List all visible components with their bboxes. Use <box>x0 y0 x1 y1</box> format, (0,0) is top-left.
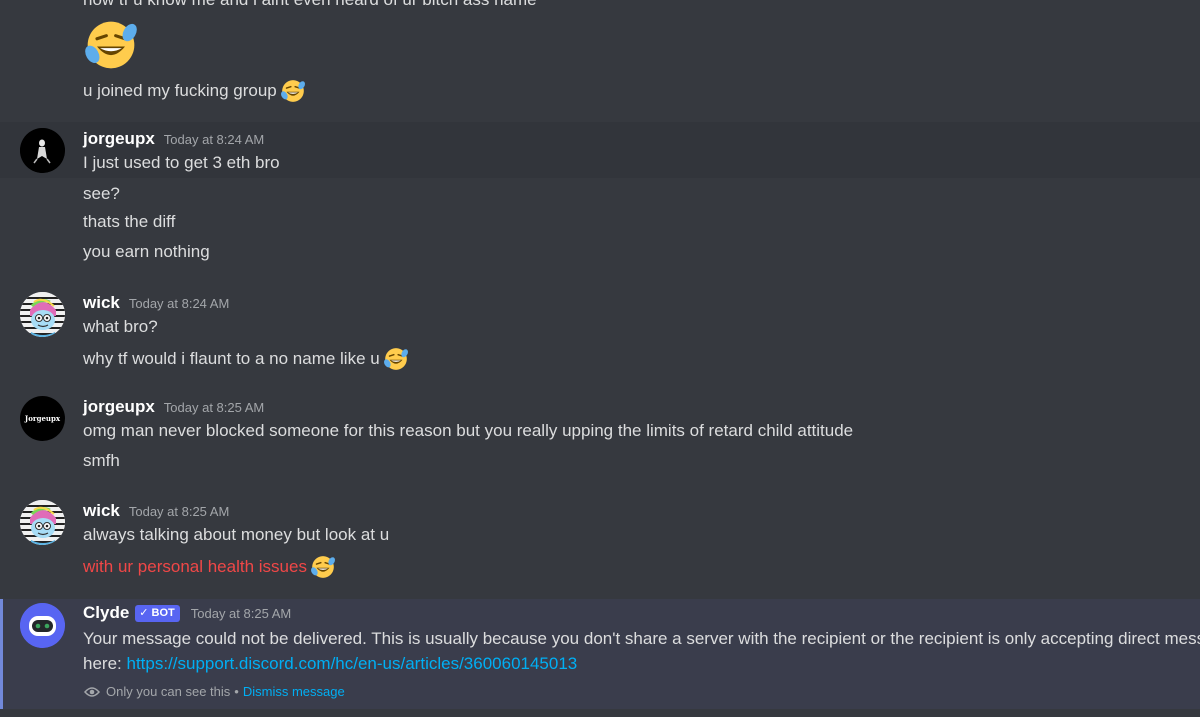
message-line: here: https://support.discord.com/hc/en-… <box>83 653 577 675</box>
avatar[interactable] <box>20 292 65 337</box>
message-text: why tf would i flaunt to a no name like … <box>83 349 380 368</box>
message-header: jorgeupx Today at 8:25 AM <box>83 396 264 418</box>
timestamp[interactable]: Today at 8:25 AM <box>191 606 291 621</box>
message-header: jorgeupx Today at 8:24 AM <box>83 128 264 150</box>
username[interactable]: wick <box>83 500 120 522</box>
bottom-edge <box>0 709 1200 717</box>
avatar-text: Jorgeupx <box>24 414 61 423</box>
avatar-figure-icon <box>20 128 65 173</box>
message-text: always talking about money but look at u <box>83 525 390 544</box>
dismiss-message-link[interactable]: Dismiss message <box>243 684 345 699</box>
verified-check-icon: ✓ <box>139 607 149 619</box>
message-line: with ur personal health issues <box>83 554 336 580</box>
username[interactable]: jorgeupx <box>83 396 155 418</box>
message-text: smfh <box>83 451 120 470</box>
message-header: wick Today at 8:24 AM <box>83 292 229 314</box>
bot-badge: ✓ BOT <box>135 605 180 622</box>
bot-badge-label: BOT <box>151 607 175 619</box>
timestamp[interactable]: Today at 8:24 AM <box>164 132 264 147</box>
username[interactable]: jorgeupx <box>83 128 155 150</box>
ephemeral-notice: Only you can see this • Dismiss message <box>84 684 345 699</box>
message-text: what bro? <box>83 317 158 336</box>
rofl-emoji-icon[interactable] <box>383 346 409 372</box>
message-line: why tf would i flaunt to a no name like … <box>83 346 409 372</box>
separator: • <box>234 684 239 699</box>
message-header: wick Today at 8:25 AM <box>83 500 229 522</box>
avatar[interactable] <box>20 603 65 648</box>
ephemeral-note: Only you can see this <box>106 684 231 699</box>
rofl-emoji-large-icon[interactable] <box>83 17 139 73</box>
message-text: u joined my fucking group <box>83 81 277 100</box>
message-line: u joined my fucking group <box>83 78 306 104</box>
rofl-emoji-icon[interactable] <box>310 554 336 580</box>
chat-message-list: how tf u know me and i aint even heard o… <box>0 0 1200 717</box>
message-text: here: <box>83 654 127 673</box>
username[interactable]: Clyde <box>83 602 129 624</box>
message-text: omg man never blocked someone for this r… <box>83 421 854 440</box>
timestamp[interactable]: Today at 8:25 AM <box>164 400 264 415</box>
avatar[interactable] <box>20 500 65 545</box>
message-text: how tf u know me and i aint even heard o… <box>83 0 537 11</box>
avatar[interactable]: Jorgeupx <box>20 396 65 441</box>
support-link[interactable]: https://support.discord.com/hc/en-us/art… <box>126 653 577 675</box>
message-header: Clyde ✓ BOT Today at 8:25 AM <box>83 602 291 624</box>
rofl-emoji-icon[interactable] <box>280 78 306 104</box>
message-text: I just used to get 3 eth bro <box>83 153 280 172</box>
message-text: with ur personal health issues <box>83 557 307 576</box>
timestamp[interactable]: Today at 8:25 AM <box>129 504 229 519</box>
avatar-cartoon-icon <box>20 500 65 545</box>
clyde-robot-icon <box>20 603 65 648</box>
eye-icon <box>84 686 100 697</box>
message-text: Your message could not be delivered. Thi… <box>83 629 1200 648</box>
message-text: thats the diff <box>83 212 176 231</box>
username[interactable]: wick <box>83 292 120 314</box>
avatar[interactable] <box>20 128 65 173</box>
avatar-cartoon-icon <box>20 292 65 337</box>
message-text: see? <box>83 184 120 203</box>
timestamp[interactable]: Today at 8:24 AM <box>129 296 229 311</box>
message-text: you earn nothing <box>83 242 210 261</box>
